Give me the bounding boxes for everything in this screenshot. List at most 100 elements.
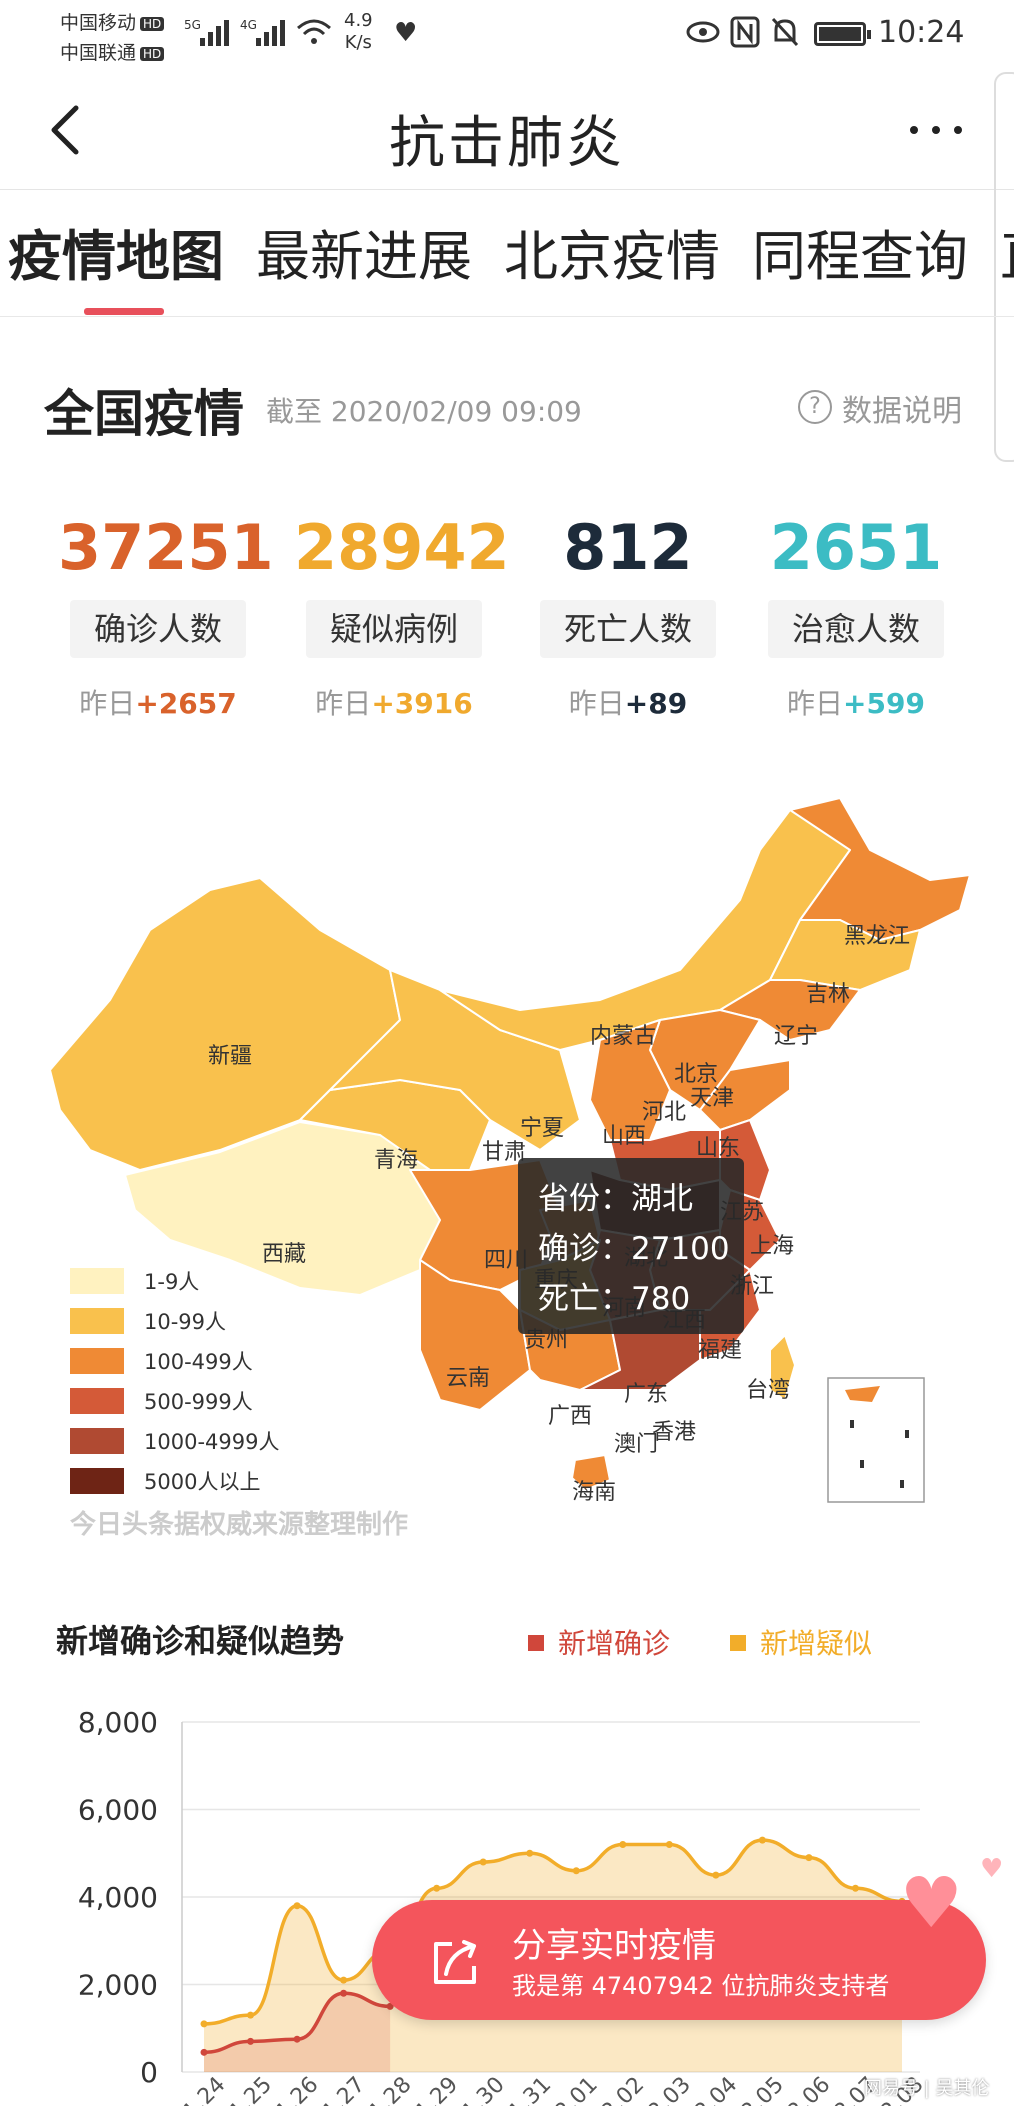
suspected-label: 疑似病例 xyxy=(306,600,482,658)
confirmed-count: 37251 xyxy=(58,511,274,584)
label-hongkong: 香港 xyxy=(652,1420,697,1445)
label-hebei: 河北 xyxy=(642,1100,687,1125)
national-section-title: 全国疫情 xyxy=(44,385,244,443)
heart-rate-icon: ♥ xyxy=(394,18,418,48)
recovered-delta: 昨日+599 xyxy=(787,687,925,720)
data-point xyxy=(526,1849,534,1857)
stat-deaths: 812 死亡人数 昨日+89 xyxy=(528,510,728,722)
y-tick-label: 2,000 xyxy=(78,1969,158,2002)
signal-icon xyxy=(256,18,288,46)
data-point xyxy=(433,1884,441,1892)
tooltip-deaths: 死亡：780 xyxy=(538,1281,691,1317)
share-button[interactable]: 分享实时疫情 我是第 47407942 位抗肺炎支持者 xyxy=(372,1900,986,2020)
data-source-note: 今日头条据权威来源整理制作 xyxy=(70,1510,409,1540)
carrier-2: 中国联通 HD xyxy=(60,38,165,65)
confirmed-delta: 昨日+2657 xyxy=(79,687,237,720)
label-tianjin: 天津 xyxy=(690,1086,735,1111)
label-taiwan: 台湾 xyxy=(746,1378,791,1403)
y-tick-label: 6,000 xyxy=(78,1794,158,1827)
tooltip-province: 省份：湖北 xyxy=(538,1181,693,1217)
y-tick-label: 8,000 xyxy=(78,1706,158,1739)
data-point xyxy=(293,2035,301,2043)
tab-bar: 疫情地图 最新进展 北京疫情 同程查询 直 xyxy=(0,190,1014,317)
small-heart-icon: ♥ xyxy=(980,1854,1004,1884)
data-point xyxy=(200,2020,208,2028)
suspected-delta: 昨日+3916 xyxy=(315,687,473,720)
page-title: 抗击肺炎 xyxy=(389,111,625,176)
status-bar: 中国移动 HD 中国联通 HD 5G 4G 4.9 K/s ♥ 10:24 xyxy=(0,0,1014,70)
deaths-count: 812 xyxy=(563,511,693,584)
suspected-count: 28942 xyxy=(294,511,510,584)
legend-new-confirmed[interactable]: 新增确诊 xyxy=(528,1622,670,1662)
y-tick-label: 4,000 xyxy=(78,1881,158,1914)
trend-title: 新增确诊和疑似趋势 xyxy=(56,1622,345,1660)
help-circle-icon[interactable]: ? xyxy=(798,390,832,424)
data-point xyxy=(619,1841,627,1848)
network-5g-label: 5G xyxy=(184,18,201,32)
nfc-icon xyxy=(730,16,760,48)
data-point xyxy=(712,1871,720,1879)
data-point xyxy=(247,2011,255,2019)
data-point xyxy=(247,2037,255,2045)
active-tab-indicator xyxy=(84,308,164,315)
heart-icon[interactable]: ♥ xyxy=(900,1868,963,1938)
tab-same-trip-query[interactable]: 同程查询 xyxy=(752,212,968,291)
data-point xyxy=(572,1867,580,1875)
network-speed: 4.9 K/s xyxy=(344,10,373,53)
data-point xyxy=(851,1884,859,1892)
tab-latest-progress[interactable]: 最新进展 xyxy=(256,212,472,291)
trend-line-chart: 8,0006,0004,0002,0000 01.2401.2501.2601.2… xyxy=(78,1706,929,2106)
y-tick-label: 0 xyxy=(140,2056,158,2089)
label-qinghai: 青海 xyxy=(374,1148,419,1173)
share-subtitle: 我是第 47407942 位抗肺炎支持者 xyxy=(512,1972,890,2000)
network-4g-label: 4G xyxy=(240,18,257,32)
data-note-link[interactable]: 数据说明 xyxy=(842,386,962,430)
label-xinjiang: 新疆 xyxy=(208,1044,253,1069)
deaths-label: 死亡人数 xyxy=(540,600,716,658)
data-point xyxy=(665,1841,673,1848)
recovered-label: 治愈人数 xyxy=(768,600,944,658)
label-fujian: 福建 xyxy=(698,1338,743,1363)
update-timestamp: 截至 2020/02/09 09:09 xyxy=(266,395,582,428)
map-tooltip: 省份：湖北 确诊：27100 死亡：780 xyxy=(518,1158,744,1334)
carrier-1: 中国移动 HD xyxy=(60,8,165,35)
label-guangxi: 广西 xyxy=(548,1404,593,1429)
confirmed-label: 确诊人数 xyxy=(70,600,246,658)
label-liaoning: 辽宁 xyxy=(774,1024,819,1049)
data-point xyxy=(340,1976,348,1984)
mute-bell-icon xyxy=(771,17,799,47)
legend-new-suspected[interactable]: 新增疑似 xyxy=(730,1622,872,1662)
data-point xyxy=(293,1902,301,1910)
signal-icon xyxy=(200,18,232,46)
label-hainan: 海南 xyxy=(572,1480,617,1505)
stat-suspected: 28942 疑似病例 昨日+3916 xyxy=(294,510,510,722)
label-jilin: 吉林 xyxy=(806,982,851,1007)
label-ningxia: 宁夏 xyxy=(520,1116,565,1141)
label-shanghai: 上海 xyxy=(750,1234,795,1259)
label-heilongjiang: 黑龙江 xyxy=(844,924,911,949)
south-china-sea-inset xyxy=(827,1377,925,1503)
data-point xyxy=(340,1989,348,1997)
share-icon xyxy=(434,1940,476,1984)
eye-icon xyxy=(686,21,720,43)
tooltip-confirmed: 确诊：27100 xyxy=(538,1231,730,1267)
data-point xyxy=(758,1836,766,1844)
nav-bar: 抗击肺炎 xyxy=(0,70,1014,190)
recovered-count: 2651 xyxy=(769,511,943,584)
data-point xyxy=(805,1854,813,1862)
label-yunnan: 云南 xyxy=(446,1366,491,1391)
label-neimenggu: 内蒙古 xyxy=(590,1024,657,1049)
label-shanxi: 山西 xyxy=(602,1124,647,1149)
data-point xyxy=(200,2048,208,2056)
deaths-delta: 昨日+89 xyxy=(568,687,688,720)
more-options-icon[interactable] xyxy=(906,118,966,142)
battery-icon xyxy=(814,22,871,46)
label-guangdong: 广东 xyxy=(624,1382,669,1407)
status-time: 10:24 xyxy=(878,15,965,50)
tab-more[interactable]: 直 xyxy=(1000,212,1014,291)
stat-confirmed: 37251 确诊人数 昨日+2657 xyxy=(58,510,274,722)
label-xizang: 西藏 xyxy=(262,1242,307,1267)
data-point xyxy=(479,1858,487,1866)
tab-beijing-epidemic[interactable]: 北京疫情 xyxy=(504,212,720,291)
tab-epidemic-map[interactable]: 疫情地图 xyxy=(8,212,224,291)
